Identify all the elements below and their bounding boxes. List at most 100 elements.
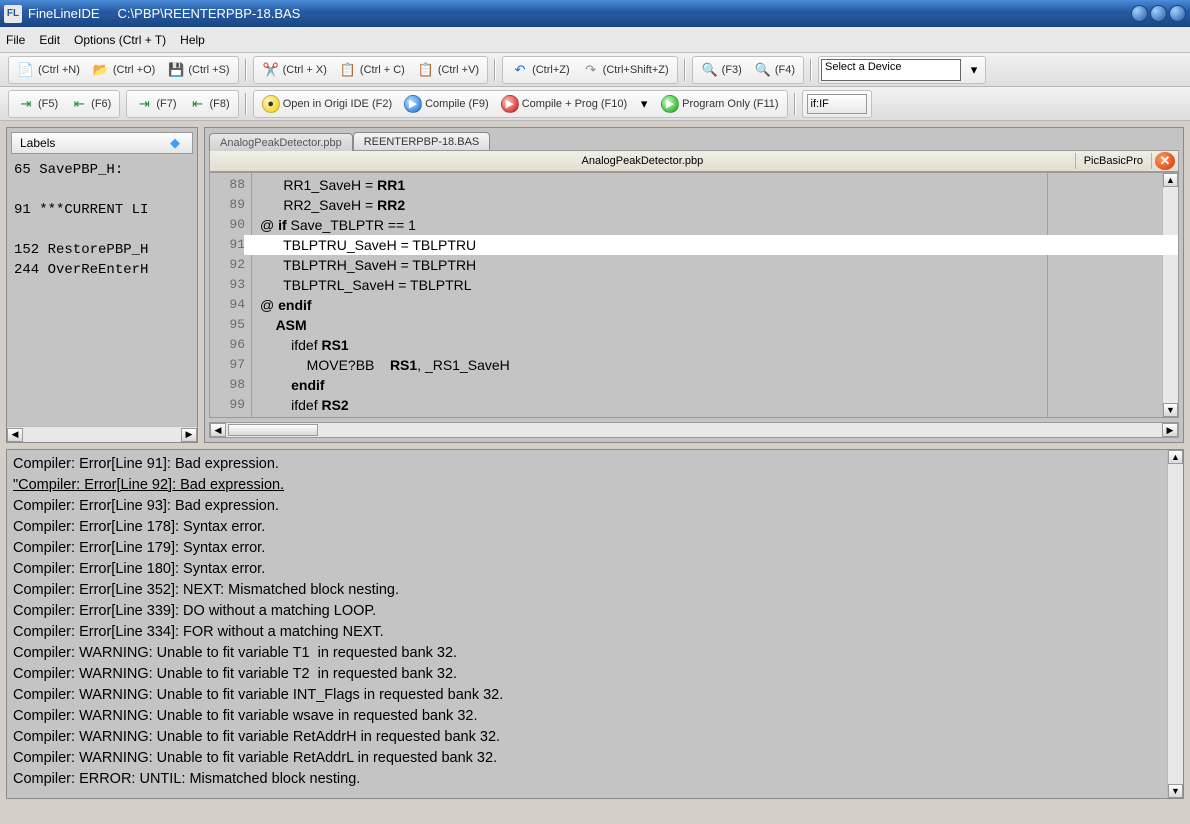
scroll-down-icon[interactable]: ▼ bbox=[1168, 784, 1183, 798]
labels-header[interactable]: Labels ◆ bbox=[11, 132, 193, 154]
output-line[interactable]: Compiler: Error[Line 91]: Bad expression… bbox=[13, 454, 1161, 475]
code-area[interactable]: RR1_SaveH = RR1 RR2_SaveH = RR2@ if Save… bbox=[252, 173, 1162, 417]
maximize-button[interactable] bbox=[1150, 5, 1167, 22]
dropdown-icon[interactable]: ◆ bbox=[166, 134, 184, 152]
code-line[interactable]: ifdef RS1 bbox=[260, 335, 1162, 355]
chevron-down-icon[interactable]: ▾ bbox=[965, 61, 983, 79]
program-only-button[interactable]: ▶Program Only (F11) bbox=[657, 93, 782, 115]
undo-icon: ↶ bbox=[511, 61, 529, 79]
comment-f7-button[interactable]: ⇥(F7) bbox=[131, 93, 180, 115]
output-line[interactable]: Compiler: WARNING: Unable to fit variabl… bbox=[13, 706, 1161, 727]
chevron-down-icon[interactable]: ▾ bbox=[635, 95, 653, 113]
code-line[interactable]: ifdef RS2 bbox=[260, 395, 1162, 415]
output-line[interactable]: Compiler: WARNING: Unable to fit variabl… bbox=[13, 643, 1161, 664]
code-line[interactable]: @ endif bbox=[260, 295, 1162, 315]
toolbar-main: 📄(Ctrl +N) 📂(Ctrl +O) 💾(Ctrl +S) ✂️(Ctrl… bbox=[0, 53, 1190, 87]
folder-open-icon: 📂 bbox=[92, 61, 110, 79]
menu-edit[interactable]: Edit bbox=[39, 33, 60, 47]
menu-file[interactable]: File bbox=[6, 33, 25, 47]
search-icon: 🔍 bbox=[701, 61, 719, 79]
editor-hscrollbar[interactable]: ◀ ▶ bbox=[209, 422, 1179, 438]
indent-icon: ⇥ bbox=[17, 95, 35, 113]
undo-button[interactable]: ↶(Ctrl+Z) bbox=[507, 59, 574, 81]
scroll-up-icon[interactable]: ▲ bbox=[1168, 450, 1183, 464]
menu-options[interactable]: Options (Ctrl + T) bbox=[74, 33, 166, 47]
code-line[interactable]: RR2_SaveH = RR2 bbox=[260, 195, 1162, 215]
device-select[interactable]: Select a Device bbox=[821, 59, 961, 81]
scroll-left-icon[interactable]: ◀ bbox=[210, 423, 226, 437]
code-line[interactable]: ASM bbox=[260, 315, 1162, 335]
open-file-button[interactable]: 📂(Ctrl +O) bbox=[88, 59, 159, 81]
code-line[interactable]: @ if Save_TBLPTR == 1 bbox=[260, 215, 1162, 235]
window-controls bbox=[1131, 5, 1186, 22]
code-line[interactable]: MOVE?BB RS2. RS2 SaveH bbox=[260, 415, 1162, 418]
paste-button[interactable]: 📋(Ctrl +V) bbox=[413, 59, 483, 81]
output-line[interactable]: "Compiler: Error[Line 92]: Bad expressio… bbox=[13, 475, 1161, 496]
indent-f6-button[interactable]: ⇤(F6) bbox=[66, 93, 115, 115]
find-button[interactable]: 🔍(F3) bbox=[697, 59, 746, 81]
editor-panel: AnalogPeakDetector.pbp REENTERPBP-18.BAS… bbox=[204, 127, 1184, 443]
code-line[interactable]: endif bbox=[260, 375, 1162, 395]
tab-analogpeak[interactable]: AnalogPeakDetector.pbp bbox=[209, 133, 353, 151]
output-line[interactable]: Compiler: WARNING: Unable to fit variabl… bbox=[13, 727, 1161, 748]
labels-list[interactable]: 65 SavePBP_H: 91 ***CURRENT LI 152 Resto… bbox=[11, 158, 193, 426]
code-line[interactable]: MOVE?BB RS1, _RS1_SaveH bbox=[260, 355, 1162, 375]
tab-reenterpbp[interactable]: REENTERPBP-18.BAS bbox=[353, 132, 491, 150]
scroll-right-icon[interactable]: ▶ bbox=[181, 428, 197, 442]
output-text[interactable]: Compiler: Error[Line 91]: Bad expression… bbox=[7, 450, 1167, 798]
output-line[interactable]: Compiler: Error[Line 339]: DO without a … bbox=[13, 601, 1161, 622]
snippet-field[interactable]: if:IF bbox=[807, 94, 867, 114]
open-orig-ide-button[interactable]: ●Open in Origi IDE (F2) bbox=[258, 93, 396, 115]
output-line[interactable]: Compiler: WARNING: Unable to fit variabl… bbox=[13, 685, 1161, 706]
uncomment-icon: ⇤ bbox=[189, 95, 207, 113]
scroll-down-icon[interactable]: ▼ bbox=[1163, 403, 1178, 417]
file-path: C:\PBP\REENTERPBP-18.BAS bbox=[118, 6, 301, 21]
code-line[interactable]: RR1_SaveH = RR1 bbox=[260, 175, 1162, 195]
menu-help[interactable]: Help bbox=[180, 33, 205, 47]
save-file-button[interactable]: 💾(Ctrl +S) bbox=[163, 59, 233, 81]
cut-button[interactable]: ✂️(Ctrl + X) bbox=[258, 59, 331, 81]
copy-button[interactable]: 📋(Ctrl + C) bbox=[335, 59, 409, 81]
scroll-up-icon[interactable]: ▲ bbox=[1163, 173, 1178, 187]
code-line[interactable]: TBLPTRU_SaveH = TBLPTRU bbox=[260, 235, 1162, 255]
toolbar-build: ⇥(F5) ⇤(F6) ⇥(F7) ⇤(F8) ●Open in Origi I… bbox=[0, 87, 1190, 121]
language-badge[interactable]: PicBasicPro bbox=[1075, 153, 1152, 169]
play-record-icon: ▶ bbox=[501, 95, 519, 113]
compile-prog-button[interactable]: ▶Compile + Prog (F10) bbox=[497, 93, 631, 115]
output-line[interactable]: Compiler: Error[Line 180]: Syntax error. bbox=[13, 559, 1161, 580]
output-vscrollbar[interactable]: ▲ ▼ bbox=[1167, 450, 1183, 798]
uncomment-f8-button[interactable]: ⇤(F8) bbox=[185, 93, 234, 115]
output-line[interactable]: Compiler: Error[Line 179]: Syntax error. bbox=[13, 538, 1161, 559]
find-next-button[interactable]: 🔍(F4) bbox=[750, 59, 799, 81]
search-next-icon: 🔍 bbox=[754, 61, 772, 79]
output-line[interactable]: Compiler: Error[Line 93]: Bad expression… bbox=[13, 496, 1161, 517]
output-line[interactable]: Compiler: Error[Line 334]: FOR without a… bbox=[13, 622, 1161, 643]
code-line[interactable]: TBLPTRH_SaveH = TBLPTRH bbox=[260, 255, 1162, 275]
scroll-thumb[interactable] bbox=[228, 424, 318, 436]
output-line[interactable]: Compiler: ERROR: UNTIL: Mismatched block… bbox=[13, 769, 1161, 790]
output-line[interactable]: Compiler: Error[Line 178]: Syntax error. bbox=[13, 517, 1161, 538]
minimize-button[interactable] bbox=[1131, 5, 1148, 22]
output-line[interactable]: Compiler: Error[Line 352]: NEXT: Mismatc… bbox=[13, 580, 1161, 601]
compile-button[interactable]: ▶Compile (F9) bbox=[400, 93, 493, 115]
output-line[interactable]: Compiler: WARNING: Unable to fit variabl… bbox=[13, 748, 1161, 769]
scroll-right-icon[interactable]: ▶ bbox=[1162, 423, 1178, 437]
editor-tabs: AnalogPeakDetector.pbp REENTERPBP-18.BAS bbox=[205, 128, 1183, 150]
scroll-left-icon[interactable]: ◀ bbox=[7, 428, 23, 442]
indent-f5-button[interactable]: ⇥(F5) bbox=[13, 93, 62, 115]
close-button[interactable] bbox=[1169, 5, 1186, 22]
labels-hscrollbar[interactable]: ◀ ▶ bbox=[7, 426, 197, 442]
play-prog-icon: ▶ bbox=[661, 95, 679, 113]
line-gutter: 88 89 90 91 92 93 94 95 96 97 98 99 100 bbox=[210, 173, 252, 417]
code-line[interactable]: TBLPTRL_SaveH = TBLPTRL bbox=[260, 275, 1162, 295]
document-name: AnalogPeakDetector.pbp bbox=[210, 155, 1075, 167]
redo-button[interactable]: ↷(Ctrl+Shift+Z) bbox=[578, 59, 673, 81]
close-tab-icon[interactable]: ✕ bbox=[1155, 152, 1175, 170]
editor-vscrollbar[interactable]: ▲ ▼ bbox=[1162, 173, 1178, 417]
labels-panel: Labels ◆ 65 SavePBP_H: 91 ***CURRENT LI … bbox=[6, 127, 198, 443]
editor[interactable]: 88 89 90 91 92 93 94 95 96 97 98 99 100 … bbox=[209, 172, 1179, 418]
output-panel: Compiler: Error[Line 91]: Bad expression… bbox=[6, 449, 1184, 799]
menu-bar: File Edit Options (Ctrl + T) Help bbox=[0, 27, 1190, 53]
new-file-button[interactable]: 📄(Ctrl +N) bbox=[13, 59, 84, 81]
output-line[interactable]: Compiler: WARNING: Unable to fit variabl… bbox=[13, 664, 1161, 685]
